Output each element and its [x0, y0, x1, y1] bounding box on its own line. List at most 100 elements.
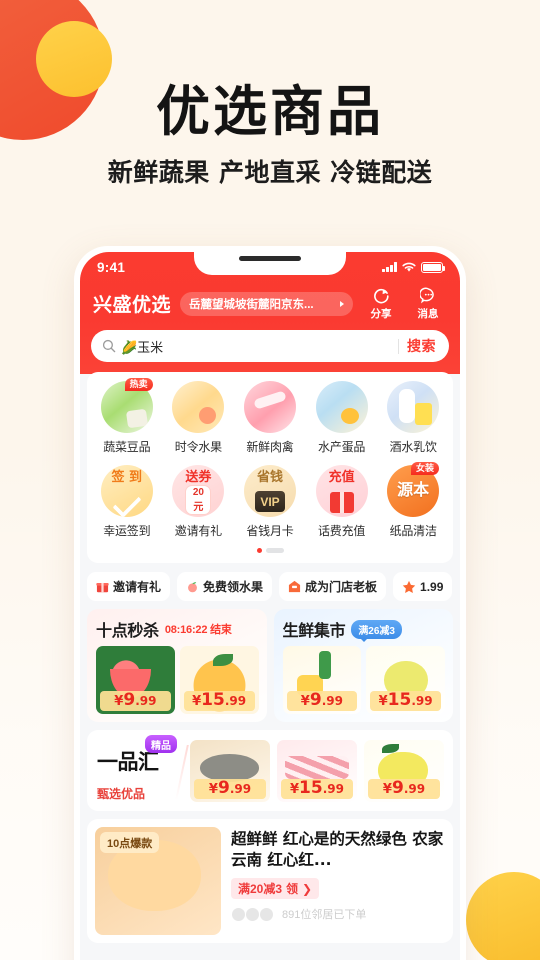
nav-label: 话费充值 — [317, 524, 366, 538]
store-icon — [288, 580, 301, 593]
nav-panel: 热卖 蔬菜豆品 时令水果 新鲜肉禽 水产蛋品 酒水乳饮 签 到 幸运签到 送券 … — [87, 372, 453, 563]
address-selector[interactable]: 岳麓望城坡街麓阳京东... — [180, 291, 353, 316]
nav-label: 蔬菜豆品 — [103, 440, 151, 454]
chip-special-price[interactable]: 1.99 — [393, 572, 453, 601]
message-button[interactable]: 消息 — [409, 286, 447, 321]
yipinhui-brand: 精品 一品汇 甄选优品 — [97, 735, 189, 802]
chip-store-owner[interactable]: 成为门店老板 — [279, 572, 387, 601]
nav-item-invite[interactable]: 送券 20元 邀请有礼 — [163, 465, 235, 539]
coupon-icon: 送券 20元 — [172, 465, 225, 517]
carousel-dot[interactable] — [265, 548, 284, 553]
premium-badge: 精品 — [145, 735, 177, 753]
nav-item-seafood[interactable]: 水产蛋品 — [306, 381, 378, 455]
hot-deal-badge: 10点爆款 — [100, 832, 160, 853]
status-icons — [382, 261, 446, 273]
market-card[interactable]: 生鲜集市 满26减3 ¥9.99 ¥15.99 — [273, 609, 453, 722]
featured-product-title: 超鲜鲜 红心是的天然绿色 农家云南 红心红... — [231, 830, 444, 869]
battery-icon — [421, 261, 446, 273]
product-tile[interactable]: ¥15.99 — [277, 739, 357, 802]
product-tile[interactable]: ¥9.99 — [364, 739, 444, 802]
nav-label: 邀请有礼 — [174, 524, 222, 538]
nav-row-services: 签 到 幸运签到 送券 20元 邀请有礼 省钱 VIP 省钱月卡 充值 话费充值… — [87, 462, 453, 539]
seckill-header: 十点秒杀 08:16:22 结束 — [96, 617, 259, 641]
gift-box-shape — [329, 492, 354, 513]
product-tile[interactable]: ¥15.99 — [179, 646, 259, 714]
wifi-icon — [402, 262, 416, 272]
search-divider — [398, 338, 399, 354]
product-price: ¥9.99 — [100, 691, 171, 711]
quick-action-chips: 邀请有礼 免费领水果 成为门店老板 1.99 — [80, 563, 460, 601]
featured-product-body: 超鲜鲜 红心是的天然绿色 农家云南 红心红... 满20减3 领 ❯ 891位邻… — [231, 827, 445, 935]
search-icon — [102, 339, 116, 353]
header-row: 兴盛优选 岳麓望城坡街麓阳京东... 分享 消息 — [80, 282, 460, 321]
product-tile[interactable]: ¥9.99 — [282, 646, 362, 714]
nav-row-categories: 热卖 蔬菜豆品 时令水果 新鲜肉禽 水产蛋品 酒水乳饮 — [87, 378, 453, 455]
share-icon — [362, 286, 400, 305]
peach-icon — [188, 582, 197, 593]
status-time: 9:41 — [97, 259, 126, 275]
coupon-action: 领 — [286, 882, 299, 897]
chip-invite[interactable]: 邀请有礼 — [87, 572, 171, 601]
drinks-icon — [387, 381, 440, 433]
chip-label: 免费领水果 — [203, 580, 264, 594]
market-products: ¥9.99 ¥15.99 — [282, 646, 445, 714]
phone-notch — [194, 252, 346, 275]
product-tile[interactable]: ¥9.99 — [96, 646, 175, 714]
gift-icon — [96, 582, 109, 593]
phone-mockup: 9:41 兴盛优选 岳麓望城坡街麓阳京东... 分享 消息 🌽玉米 搜索 热卖 … — [74, 246, 466, 960]
seckill-card[interactable]: 十点秒杀 08:16:22 结束 ¥9.99 ¥15.99 — [87, 609, 267, 722]
address-text: 岳麓望城坡街麓阳京东... — [189, 298, 314, 311]
featured-product-image: 10点爆款 — [95, 827, 221, 935]
product-price: ¥15.99 — [281, 778, 353, 799]
share-button[interactable]: 分享 — [362, 286, 400, 321]
search-bar[interactable]: 🌽玉米 搜索 — [91, 330, 449, 362]
recharge-caption: 充值 — [328, 470, 355, 485]
nav-item-vegetables[interactable]: 热卖 蔬菜豆品 — [91, 378, 163, 455]
app-logo: 兴盛优选 — [93, 294, 172, 316]
search-button[interactable]: 搜索 — [407, 336, 443, 356]
product-tile[interactable]: ¥15.99 — [366, 646, 445, 714]
avatar — [259, 906, 274, 922]
paper-caption: 源本 — [397, 480, 430, 499]
search-input[interactable]: 🌽玉米 — [102, 337, 396, 356]
signal-bars-icon — [382, 262, 397, 272]
carousel-dot-active[interactable] — [256, 548, 262, 553]
coupon-caption: 送券 — [185, 470, 212, 485]
recharge-icon: 充值 — [315, 465, 368, 517]
coupon-amount: 20元 — [185, 485, 212, 515]
chip-label: 成为门店老板 — [305, 580, 378, 594]
nav-label: 时令水果 — [174, 440, 222, 454]
nav-label: 新鲜肉禽 — [246, 440, 294, 454]
star-icon — [402, 580, 416, 593]
social-proof: 891位邻居已下单 — [231, 906, 445, 922]
promo-cards-row: 十点秒杀 08:16:22 结束 ¥9.99 ¥15.99 生鲜集市 满26减3… — [80, 601, 460, 722]
nav-item-paper[interactable]: 女装 源本 纸品清洁 — [377, 462, 449, 539]
divider — [175, 745, 189, 800]
product-tile[interactable]: ¥9.99 — [190, 739, 270, 802]
nav-label: 幸运签到 — [103, 524, 151, 538]
yipinhui-subtitle: 甄选优品 — [97, 787, 146, 801]
nav-item-meat[interactable]: 新鲜肉禽 — [234, 381, 306, 455]
avatar — [231, 906, 246, 922]
avatar — [245, 906, 260, 922]
carousel-indicator[interactable] — [87, 548, 453, 553]
message-label: 消息 — [417, 308, 439, 320]
seckill-products: ¥9.99 ¥15.99 — [96, 646, 259, 714]
nav-item-checkin[interactable]: 签 到 幸运签到 — [91, 465, 163, 539]
vip-caption: 省钱 — [256, 470, 283, 485]
yipinhui-card[interactable]: 精品 一品汇 甄选优品 ¥9.99 ¥15.99 ¥9.99 — [87, 730, 453, 811]
product-price: ¥9.99 — [286, 691, 358, 711]
nav-item-drinks[interactable]: 酒水乳饮 — [377, 381, 449, 455]
featured-product-card[interactable]: 10点爆款 超鲜鲜 红心是的天然绿色 农家云南 红心红... 满20减3 领 ❯… — [87, 819, 453, 943]
chip-free-fruit[interactable]: 免费领水果 — [177, 572, 273, 601]
nav-label: 水产蛋品 — [317, 440, 366, 454]
page-title: 优选商品 — [156, 80, 384, 143]
nav-item-vipcard[interactable]: 省钱 VIP 省钱月卡 — [234, 465, 306, 539]
nav-label: 酒水乳饮 — [389, 440, 437, 454]
market-header: 生鲜集市 满26减3 — [283, 617, 446, 642]
nav-item-recharge[interactable]: 充值 话费充值 — [306, 465, 378, 539]
coupon-badge[interactable]: 满20减3 领 ❯ — [231, 878, 320, 900]
checkin-icon: 签 到 — [100, 465, 153, 517]
nav-item-fruit[interactable]: 时令水果 — [163, 381, 235, 455]
search-value: 🌽玉米 — [121, 339, 164, 355]
